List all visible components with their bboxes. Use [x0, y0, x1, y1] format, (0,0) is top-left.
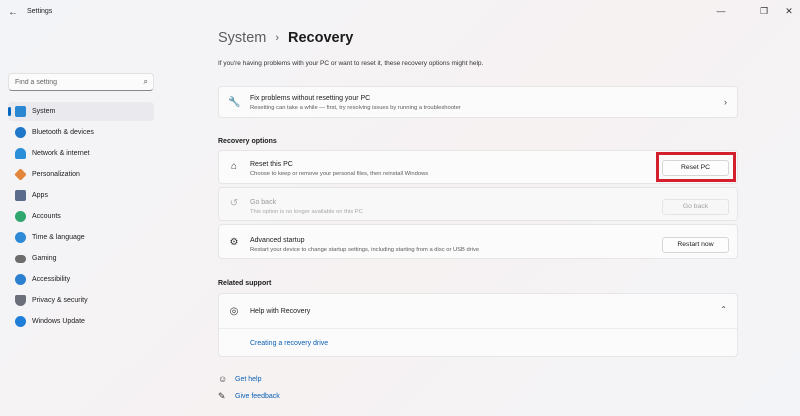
sidebar-item-label: Gaming	[32, 255, 57, 262]
recovery-drive-link[interactable]: Creating a recovery drive	[250, 340, 328, 347]
accessibility-icon	[15, 274, 26, 285]
restore-icon[interactable]: ❐	[753, 4, 775, 18]
brush-icon	[14, 168, 27, 181]
go-back-title: Go back	[250, 199, 277, 206]
search-icon[interactable]: ⌕	[144, 77, 148, 87]
search-input[interactable]	[15, 77, 135, 88]
advanced-startup-icon: ⚙	[229, 237, 239, 248]
chevron-right-icon: ›	[724, 97, 727, 107]
close-icon[interactable]: ✕	[778, 4, 800, 18]
page-title: Recovery	[288, 30, 354, 46]
sidebar-item-windows-update[interactable]: Windows Update	[8, 312, 154, 331]
go-back-button: Go back	[662, 199, 729, 215]
reset-pc-highlight	[656, 152, 736, 182]
minimize-icon[interactable]: —	[710, 4, 732, 18]
sidebar-item-network[interactable]: Network & internet	[8, 144, 154, 163]
fix-problems-card[interactable]: 🔧 Fix problems without resetting your PC…	[218, 86, 738, 118]
fix-problems-title: Fix problems without resetting your PC	[250, 95, 371, 102]
back-arrow-icon[interactable]: ←	[6, 6, 20, 20]
sidebar-item-accessibility[interactable]: Accessibility	[8, 270, 154, 289]
sidebar-item-label: Privacy & security	[32, 297, 88, 304]
breadcrumb-parent[interactable]: System	[218, 30, 266, 46]
sidebar-item-time-language[interactable]: Time & language	[8, 228, 154, 247]
breadcrumb-separator: ›	[275, 32, 280, 44]
update-icon	[15, 316, 26, 327]
go-back-row: ↺ Go back This option is no longer avail…	[218, 187, 738, 221]
get-help-icon: ☺	[218, 374, 228, 384]
person-icon	[15, 211, 26, 222]
monitor-icon	[15, 106, 26, 117]
get-help-link[interactable]: Get help	[235, 376, 261, 383]
help-with-recovery-header[interactable]: ◎ Help with Recovery ⌃	[219, 294, 737, 329]
search-box[interactable]: ⌕	[8, 73, 154, 91]
sidebar-item-label: Accounts	[32, 213, 61, 220]
give-feedback-link[interactable]: Give feedback	[235, 393, 280, 400]
reset-pc-title: Reset this PC	[250, 161, 293, 168]
sidebar-item-system[interactable]: System	[8, 102, 154, 121]
help-with-recovery-card: ◎ Help with Recovery ⌃ Creating a recove…	[218, 293, 738, 357]
sidebar-item-apps[interactable]: Apps	[8, 186, 154, 205]
page-description: If you're having problems with your PC o…	[218, 60, 484, 67]
sidebar-item-label: Accessibility	[32, 276, 71, 283]
app-title: Settings	[27, 8, 53, 15]
recovery-options-heading: Recovery options	[218, 138, 277, 145]
help-with-recovery-title: Help with Recovery	[250, 308, 311, 315]
related-support-heading: Related support	[218, 280, 272, 287]
reset-pc-subtitle: Choose to keep or remove your personal f…	[250, 171, 429, 177]
sidebar-item-personalization[interactable]: Personalization	[8, 165, 154, 184]
restart-now-button[interactable]: Restart now	[662, 237, 729, 253]
sidebar-item-accounts[interactable]: Accounts	[8, 207, 154, 226]
title-bar: ← Settings — ❐ ✕	[0, 0, 800, 26]
bluetooth-icon	[15, 127, 26, 138]
sidebar-item-bluetooth[interactable]: Bluetooth & devices	[8, 123, 154, 142]
wrench-icon: 🔧	[228, 97, 241, 108]
chevron-up-icon[interactable]: ⌃	[720, 305, 727, 314]
wifi-icon	[15, 148, 26, 159]
fix-problems-subtitle: Resetting can take a while — first, try …	[250, 105, 461, 111]
reset-pc-icon: ⌂	[230, 161, 238, 172]
sidebar-item-label: Bluetooth & devices	[32, 129, 94, 136]
sidebar-item-label: System	[32, 108, 56, 115]
sidebar-item-label: Personalization	[32, 171, 80, 178]
sidebar-nav: System Bluetooth & devices Network & int…	[8, 102, 154, 333]
apps-icon	[15, 190, 26, 201]
history-icon: ↺	[229, 198, 239, 209]
advanced-startup-row: ⚙ Advanced startup Restart your device t…	[218, 224, 738, 259]
sidebar-item-label: Apps	[32, 192, 48, 199]
sidebar-item-privacy[interactable]: Privacy & security	[8, 291, 154, 310]
sidebar-item-gaming[interactable]: Gaming	[8, 249, 154, 268]
advanced-startup-subtitle: Restart your device to change startup se…	[250, 247, 480, 253]
gamepad-icon	[15, 254, 26, 263]
shield-icon	[15, 295, 26, 306]
sidebar-item-label: Windows Update	[32, 318, 85, 325]
globe-clock-icon	[15, 232, 26, 243]
breadcrumb: System › Recovery	[218, 30, 353, 46]
advanced-startup-title: Advanced startup	[250, 237, 305, 244]
globe-icon: ◎	[229, 306, 239, 317]
sidebar-item-label: Time & language	[32, 234, 85, 241]
go-back-subtitle: This option is no longer available on th…	[250, 209, 363, 215]
feedback-icon: ✎	[218, 391, 226, 401]
sidebar-item-label: Network & internet	[32, 150, 90, 157]
